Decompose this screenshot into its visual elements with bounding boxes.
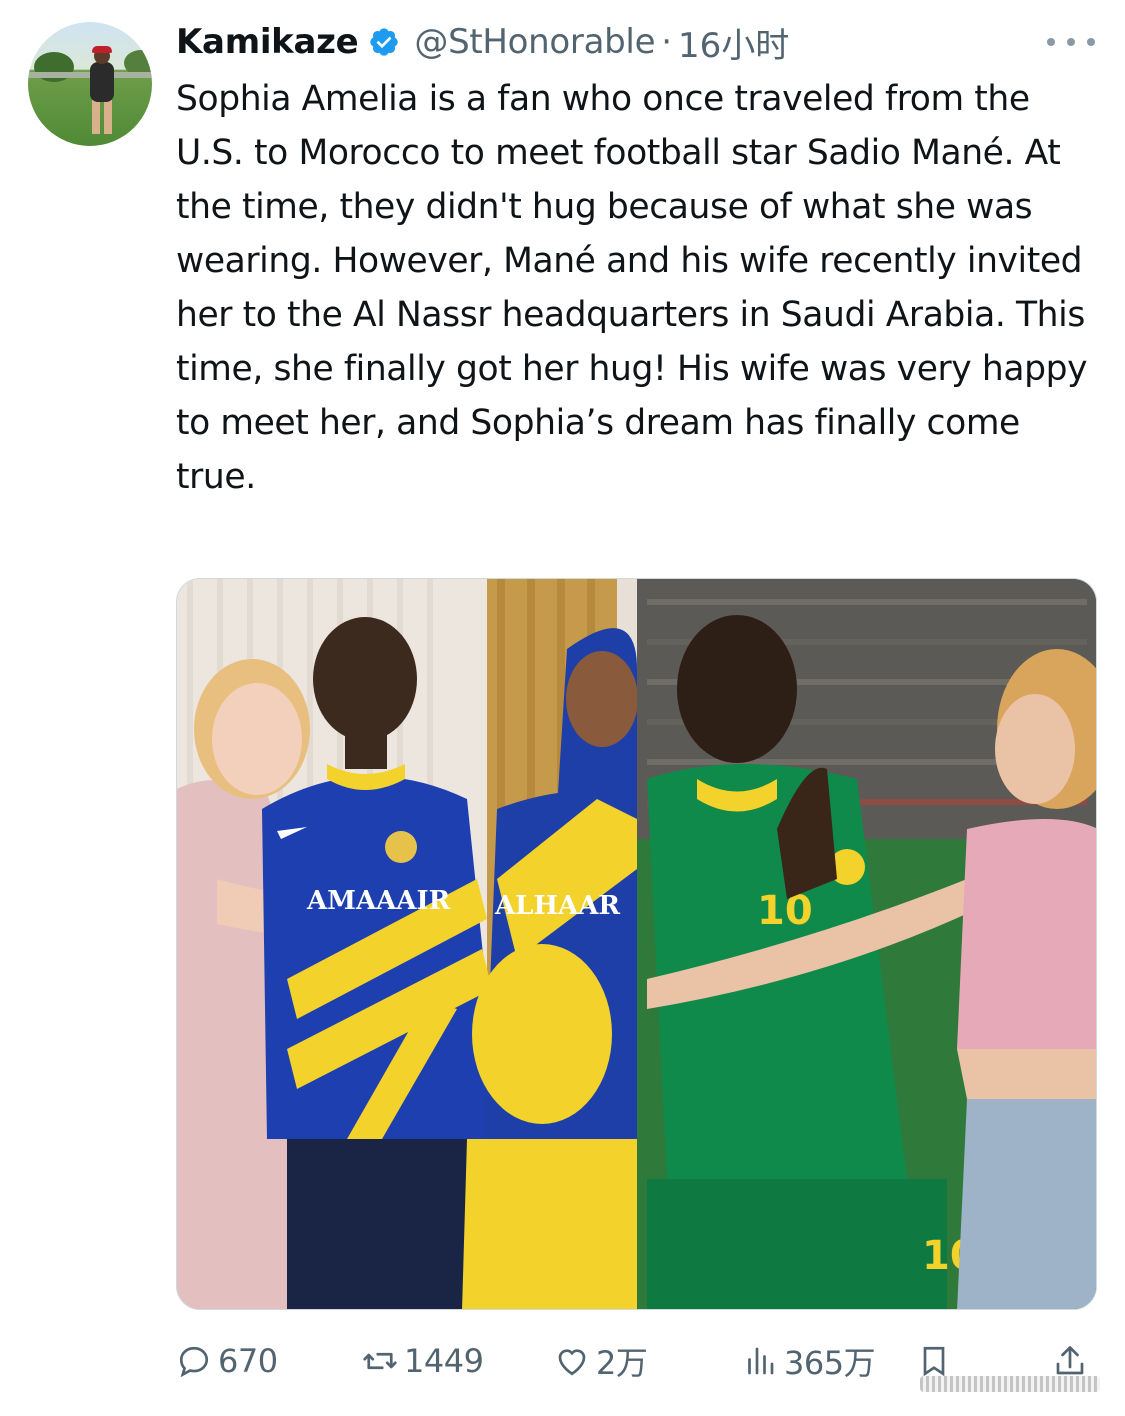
retweet-icon xyxy=(363,1352,397,1370)
retweet-button[interactable]: 1449 xyxy=(362,1336,484,1386)
reply-count: 670 xyxy=(218,1342,278,1380)
media-photo: AMAAAIR ALHAAR 10 10 xyxy=(177,579,1096,1309)
display-name[interactable]: Kamikaze xyxy=(176,22,359,62)
like-button[interactable]: 2万 xyxy=(554,1336,648,1386)
avatar-person xyxy=(92,100,112,134)
verified-badge-icon xyxy=(370,28,399,56)
reply-button[interactable]: 670 xyxy=(176,1336,278,1386)
jersey-text-center: ALHAAR xyxy=(494,891,620,921)
bookmark-icon xyxy=(923,1346,945,1377)
tweet-card[interactable]: Kamikaze @StHonorable · 16小时 Sophia Amel… xyxy=(0,0,1125,1416)
views-count: 365万 xyxy=(784,1344,876,1382)
retweet-count: 1449 xyxy=(404,1342,484,1380)
timestamp[interactable]: 16小时 xyxy=(678,18,789,67)
more-icon[interactable] xyxy=(1047,30,1095,54)
avatar-person xyxy=(90,62,114,102)
more-dot xyxy=(1087,38,1095,46)
handle[interactable]: @StHonorable xyxy=(414,22,655,62)
more-dot xyxy=(1067,38,1075,46)
share-icon xyxy=(1056,1346,1084,1375)
more-dot xyxy=(1047,38,1055,46)
like-count: 2万 xyxy=(596,1344,648,1382)
reply-icon xyxy=(179,1346,209,1378)
watermark-strip xyxy=(920,1376,1100,1392)
jersey-text-left: AMAAAIR xyxy=(306,886,451,916)
tweet-media-image[interactable]: AMAAAIR ALHAAR 10 10 xyxy=(176,578,1097,1310)
tweet-text: Sophia Amelia is a fan who once traveled… xyxy=(176,79,1088,497)
avatar-person xyxy=(92,46,112,53)
avatar[interactable] xyxy=(28,22,152,146)
jersey-number-chest: 10 xyxy=(757,888,813,934)
views-button[interactable]: 365万 xyxy=(742,1336,876,1386)
tweet-header: Kamikaze @StHonorable · 16小时 xyxy=(176,18,789,66)
like-icon xyxy=(558,1349,586,1376)
separator-dot: · xyxy=(661,22,672,62)
views-icon xyxy=(748,1347,774,1375)
